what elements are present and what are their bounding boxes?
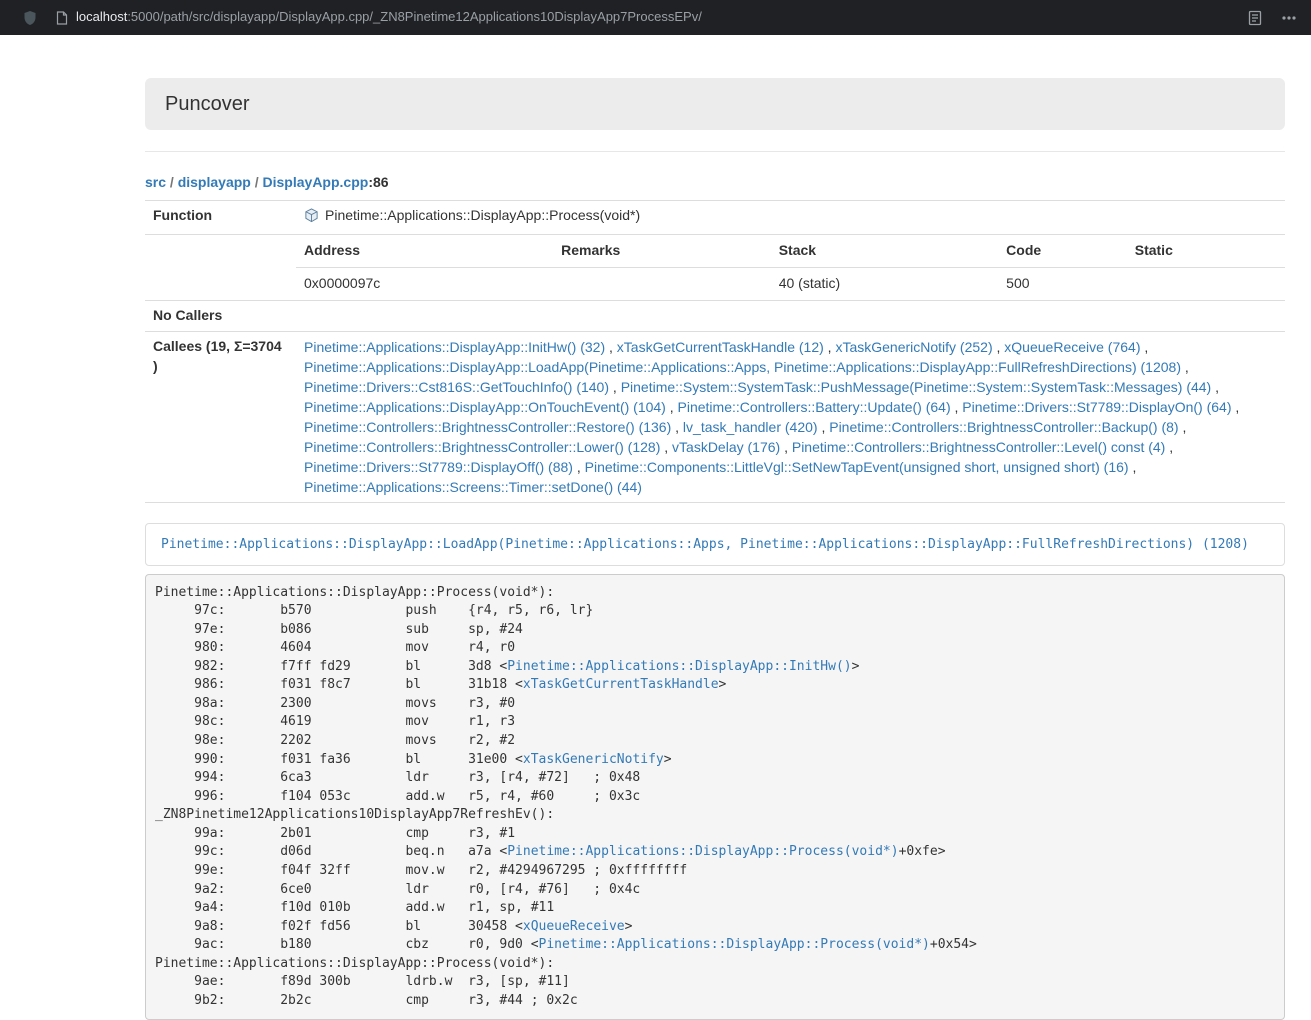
col-header-static: Static	[1127, 235, 1285, 267]
callee-link[interactable]: Pinetime::Controllers::BrightnessControl…	[304, 419, 671, 435]
callee-separator: ,	[951, 399, 963, 415]
breadcrumb-link[interactable]: src	[145, 174, 166, 190]
col-header-stack: Stack	[771, 235, 998, 267]
function-symbol: Pinetime::Applications::DisplayApp::Proc…	[325, 207, 640, 223]
col-header-remarks: Remarks	[553, 235, 771, 267]
cell-stack: 40 (static)	[771, 267, 998, 299]
no-callers-empty-cell	[296, 300, 1285, 331]
callee-separator: ,	[573, 459, 585, 475]
callee-separator: ,	[1140, 339, 1148, 355]
callee-link[interactable]: Pinetime::Controllers::BrightnessControl…	[304, 439, 660, 455]
callee-link[interactable]: vTaskDelay (176)	[672, 439, 780, 455]
callee-separator: ,	[1211, 379, 1219, 395]
cell-static	[1127, 267, 1285, 299]
callee-link[interactable]: xQueueReceive (764)	[1004, 339, 1140, 355]
callees-row: Callees (19, Σ=3704 ) Pinetime::Applicat…	[145, 331, 1285, 502]
callee-link[interactable]: Pinetime::Drivers::St7789::DisplayOff() …	[304, 459, 573, 475]
code-symbol-link[interactable]: xTaskGenericNotify	[523, 752, 664, 767]
callees-list: Pinetime::Applications::DisplayApp::Init…	[296, 331, 1285, 502]
callee-separator: ,	[818, 419, 830, 435]
no-callers-row: No Callers	[145, 300, 1285, 331]
callee-link[interactable]: Pinetime::Applications::Screens::Timer::…	[304, 479, 642, 495]
callee-separator: ,	[993, 339, 1005, 355]
callee-separator: ,	[824, 339, 836, 355]
page-icon	[56, 11, 68, 25]
callee-link[interactable]: Pinetime::System::SystemTask::PushMessag…	[621, 379, 1212, 395]
callee-separator: ,	[1129, 459, 1137, 475]
url-text: localhost:5000/path/src/displayapp/Displ…	[76, 8, 702, 27]
code-symbol-link[interactable]: Pinetime::Applications::DisplayApp::Proc…	[507, 844, 898, 859]
stats-row: Address Remarks Stack Code Static 0x0000…	[145, 234, 1285, 300]
breadcrumb-separator: /	[166, 174, 178, 190]
callee-separator: ,	[660, 439, 672, 455]
divider	[145, 151, 1285, 152]
callee-separator: ,	[1165, 439, 1173, 455]
page-title-banner: Puncover	[145, 78, 1285, 130]
callee-link[interactable]: lv_task_handler (420)	[683, 419, 818, 435]
col-header-code: Code	[998, 235, 1127, 267]
page-content: Puncover src / displayapp / DisplayApp.c…	[145, 78, 1285, 1020]
page-title: Puncover	[165, 93, 250, 115]
url-path: :5000/path/src/displayapp/DisplayApp.cpp…	[127, 9, 702, 24]
breadcrumb-line-number: :86	[368, 174, 388, 190]
callee-link[interactable]: Pinetime::Controllers::BrightnessControl…	[792, 439, 1165, 455]
code-symbol-link[interactable]: xTaskGetCurrentTaskHandle	[523, 677, 719, 692]
col-header-address: Address	[296, 235, 553, 267]
callee-separator: ,	[780, 439, 792, 455]
stats-table: Address Remarks Stack Code Static 0x0000…	[296, 235, 1285, 300]
stats-header-row: Address Remarks Stack Code Static	[296, 235, 1285, 267]
function-table: Function Pinetime::Applications::Display…	[145, 200, 1285, 503]
callee-separator: ,	[605, 339, 617, 355]
url-bar[interactable]: localhost:5000/path/src/displayapp/Displ…	[48, 8, 1229, 27]
callee-link[interactable]: Pinetime::Drivers::St7789::DisplayOn() (…	[962, 399, 1231, 415]
url-host: localhost	[76, 9, 127, 24]
callee-link[interactable]: Pinetime::Controllers::Battery::Update()…	[678, 399, 951, 415]
callee-link[interactable]: Pinetime::Components::LittleVgl::SetNewT…	[585, 459, 1129, 475]
shield-icon[interactable]	[22, 10, 38, 26]
reader-view-icon[interactable]	[1247, 10, 1263, 26]
breadcrumb-link[interactable]: displayapp	[178, 174, 251, 190]
callee-link[interactable]: xTaskGenericNotify (252)	[835, 339, 992, 355]
callee-separator: ,	[666, 399, 678, 415]
spacer-cell	[145, 234, 296, 300]
browser-bar: localhost:5000/path/src/displayapp/Displ…	[0, 0, 1311, 35]
stats-values-row: 0x0000097c 40 (static) 500	[296, 267, 1285, 299]
callee-separator: ,	[609, 379, 621, 395]
breadcrumb-link[interactable]: DisplayApp.cpp	[263, 174, 369, 190]
callee-separator: ,	[671, 419, 683, 435]
function-row: Function Pinetime::Applications::Display…	[145, 201, 1285, 235]
callee-link[interactable]: Pinetime::Controllers::BrightnessControl…	[829, 419, 1178, 435]
breadcrumb-separator: /	[251, 174, 263, 190]
breadcrumb-links: src / displayapp / DisplayApp.cpp	[145, 174, 368, 190]
cell-address: 0x0000097c	[296, 267, 553, 299]
callee-separator: ,	[1232, 399, 1240, 415]
cell-code: 500	[998, 267, 1127, 299]
callee-separator: ,	[1181, 359, 1189, 375]
callee-link[interactable]: Pinetime::Applications::DisplayApp::Load…	[304, 359, 1181, 375]
callee-link[interactable]: Pinetime::Applications::DisplayApp::OnTo…	[304, 399, 666, 415]
disassembly-code-block: Pinetime::Applications::DisplayApp::Proc…	[145, 574, 1285, 1020]
breadcrumb: src / displayapp / DisplayApp.cpp:86	[145, 172, 1285, 192]
callee-link[interactable]: Pinetime::Applications::DisplayApp::Init…	[304, 339, 605, 355]
function-label: Function	[145, 201, 296, 235]
callees-label: Callees (19, Σ=3704 )	[145, 331, 296, 502]
cube-icon	[304, 208, 319, 229]
cell-remarks	[553, 267, 771, 299]
code-symbol-link[interactable]: Pinetime::Applications::DisplayApp::Init…	[507, 659, 851, 674]
loadapp-symbol-link[interactable]: Pinetime::Applications::DisplayApp::Load…	[161, 537, 1249, 552]
stats-cell: Address Remarks Stack Code Static 0x0000…	[296, 234, 1285, 300]
highlight-panel: Pinetime::Applications::DisplayApp::Load…	[145, 523, 1285, 566]
callee-link[interactable]: Pinetime::Drivers::Cst816S::GetTouchInfo…	[304, 379, 609, 395]
code-symbol-link[interactable]: xQueueReceive	[523, 919, 625, 934]
function-symbol-cell: Pinetime::Applications::DisplayApp::Proc…	[296, 201, 1285, 235]
callee-separator: ,	[1179, 419, 1187, 435]
code-symbol-link[interactable]: Pinetime::Applications::DisplayApp::Proc…	[539, 937, 930, 952]
callee-link[interactable]: xTaskGetCurrentTaskHandle (12)	[617, 339, 824, 355]
no-callers-label: No Callers	[145, 300, 296, 331]
overflow-menu-icon[interactable]	[1281, 10, 1297, 26]
